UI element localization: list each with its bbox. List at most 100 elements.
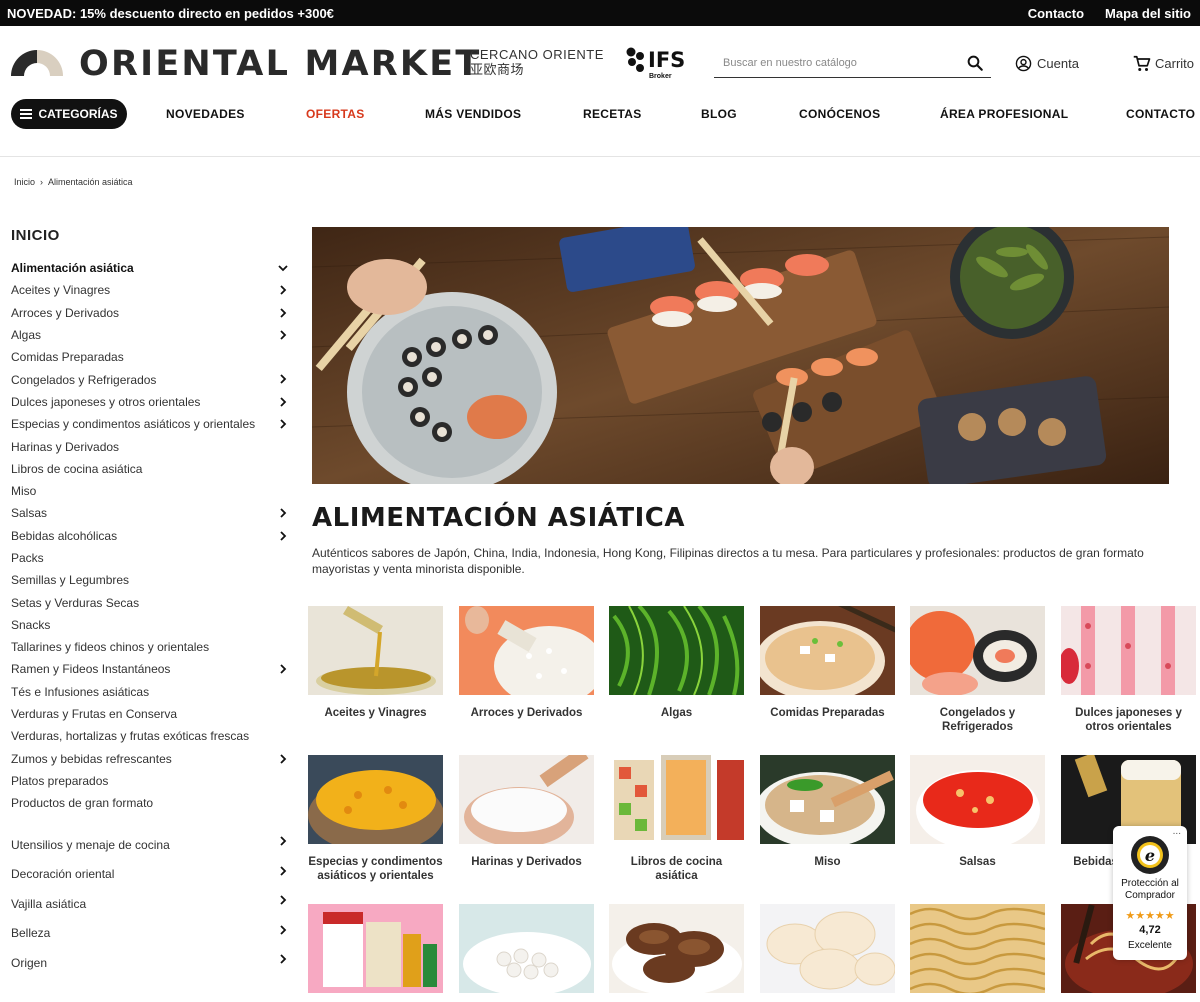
logo-mark-icon[interactable]: [11, 50, 63, 78]
chevron-right-icon[interactable]: [278, 664, 288, 674]
category-image[interactable]: [609, 755, 744, 844]
category-image[interactable]: [459, 606, 594, 695]
categories-button[interactable]: CATEGORÍAS: [11, 99, 127, 129]
badge-menu-icon[interactable]: ...: [1173, 826, 1181, 837]
sidebar-item[interactable]: Harinas y Derivados: [11, 435, 291, 457]
category-card[interactable]: Algas: [609, 606, 744, 720]
category-card[interactable]: Congelados y Refrigerados: [910, 606, 1045, 734]
sidebar-item[interactable]: Algas: [11, 324, 291, 346]
category-image[interactable]: [910, 904, 1045, 993]
category-image[interactable]: [609, 904, 744, 993]
category-card[interactable]: [459, 904, 594, 993]
nav-recetas[interactable]: RECETAS: [583, 107, 642, 121]
sidebar-item[interactable]: Utensilios y menaje de cocina: [11, 830, 291, 860]
sidebar-item[interactable]: Tallarines y fideos chinos y orientales: [11, 636, 291, 658]
sidebar-item[interactable]: Ramen y Fideos Instantáneos: [11, 658, 291, 680]
category-label[interactable]: Harinas y Derivados: [459, 855, 594, 869]
chevron-right-icon[interactable]: [278, 924, 288, 935]
nav-contacto[interactable]: CONTACTO: [1126, 107, 1195, 121]
sidebar-item[interactable]: Comidas Preparadas: [11, 346, 291, 368]
sidebar-item[interactable]: Snacks: [11, 614, 291, 636]
chevron-right-icon[interactable]: [278, 285, 288, 295]
category-card[interactable]: Dulces japoneses y otros orientales: [1061, 606, 1196, 734]
category-card[interactable]: Especias y condimentos asiáticos y orien…: [308, 755, 443, 883]
category-card[interactable]: Salsas: [910, 755, 1045, 869]
sidebar-item[interactable]: Verduras y Frutas en Conserva: [11, 703, 291, 725]
sidebar-item[interactable]: Belleza: [11, 919, 291, 949]
category-card[interactable]: Libros de cocina asiática: [609, 755, 744, 883]
chevron-right-icon[interactable]: [278, 330, 288, 340]
contact-link[interactable]: Contacto: [1028, 6, 1084, 21]
sidebar-item[interactable]: Verduras, hortalizas y frutas exóticas f…: [11, 725, 291, 747]
category-label[interactable]: Salsas: [910, 855, 1045, 869]
sidebar-item[interactable]: Congelados y Refrigerados: [11, 368, 291, 390]
category-image[interactable]: [760, 904, 895, 993]
sidebar-item[interactable]: Alimentación asiática: [11, 257, 291, 279]
chevron-right-icon[interactable]: [278, 508, 288, 518]
category-image[interactable]: [910, 606, 1045, 695]
category-card[interactable]: Comidas Preparadas: [760, 606, 895, 720]
sidebar-title[interactable]: INICIO: [11, 227, 60, 244]
category-card[interactable]: Harinas y Derivados: [459, 755, 594, 869]
sidebar-item[interactable]: Aceites y Vinagres: [11, 279, 291, 301]
sitemap-link[interactable]: Mapa del sitio: [1105, 6, 1191, 21]
nav-novedades[interactable]: NOVEDADES: [166, 107, 245, 121]
sidebar-item[interactable]: Arroces y Derivados: [11, 302, 291, 324]
chevron-right-icon[interactable]: [278, 836, 288, 846]
category-card[interactable]: Arroces y Derivados: [459, 606, 594, 720]
chevron-right-icon[interactable]: [278, 307, 288, 318]
chevron-right-icon[interactable]: [278, 397, 288, 407]
sidebar-item[interactable]: Bebidas alcohólicas: [11, 525, 291, 547]
sidebar-item[interactable]: Zumos y bebidas refrescantes: [11, 748, 291, 770]
category-image[interactable]: [308, 606, 443, 695]
chevron-right-icon[interactable]: [278, 419, 288, 429]
chevron-down-icon[interactable]: [278, 263, 288, 273]
breadcrumb-home[interactable]: Inicio: [14, 177, 35, 187]
search-icon[interactable]: [966, 54, 984, 72]
category-image[interactable]: [308, 904, 443, 993]
category-card[interactable]: [308, 904, 443, 993]
category-label[interactable]: Comidas Preparadas: [760, 706, 895, 720]
sidebar-item[interactable]: Semillas y Legumbres: [11, 569, 291, 591]
category-label[interactable]: Miso: [760, 855, 895, 869]
chevron-right-icon[interactable]: [278, 865, 288, 876]
sidebar-item[interactable]: Salsas: [11, 502, 291, 524]
nav-mas-vendidos[interactable]: MÁS VENDIDOS: [425, 107, 521, 121]
nav-conocenos[interactable]: CONÓCENOS: [799, 107, 880, 121]
nav-ofertas[interactable]: OFERTAS: [306, 107, 365, 121]
sidebar-item[interactable]: Dulces japoneses y otros orientales: [11, 391, 291, 413]
category-card[interactable]: [910, 904, 1045, 993]
site-logo[interactable]: ORIENTAL MARKET: [79, 44, 481, 84]
account-link[interactable]: Cuenta: [1015, 55, 1079, 72]
category-label[interactable]: Congelados y Refrigerados: [910, 706, 1045, 734]
sidebar-item[interactable]: Tés e Infusiones asiáticas: [11, 681, 291, 703]
category-image[interactable]: [459, 904, 594, 993]
sidebar-item[interactable]: Origen: [11, 948, 291, 978]
sidebar-item[interactable]: Especias y condimentos asiáticos y orien…: [11, 413, 291, 435]
trusted-shops-badge[interactable]: ... e Protección al Comprador ★★★★★ 4,72…: [1113, 826, 1187, 960]
category-label[interactable]: Libros de cocina asiática: [609, 855, 744, 883]
chevron-right-icon[interactable]: [278, 374, 288, 385]
sidebar-item[interactable]: Setas y Verduras Secas: [11, 591, 291, 613]
category-image[interactable]: [1061, 606, 1196, 695]
category-label[interactable]: Arroces y Derivados: [459, 706, 594, 720]
category-card[interactable]: [760, 904, 895, 993]
chevron-right-icon[interactable]: [278, 753, 288, 764]
cart-link[interactable]: Carrito: [1133, 55, 1194, 72]
search-input[interactable]: [714, 50, 954, 76]
category-card[interactable]: [609, 904, 744, 993]
sidebar-item[interactable]: Productos de gran formato: [11, 792, 291, 814]
category-image[interactable]: [910, 755, 1045, 844]
category-image[interactable]: [760, 606, 895, 695]
category-image[interactable]: [459, 755, 594, 844]
category-image[interactable]: [308, 755, 443, 844]
sidebar-item[interactable]: Miso: [11, 480, 291, 502]
sidebar-item[interactable]: Vajilla asiática: [11, 889, 291, 919]
category-label[interactable]: Especias y condimentos asiáticos y orien…: [308, 855, 443, 883]
sidebar-item[interactable]: Packs: [11, 547, 291, 569]
chevron-right-icon[interactable]: [278, 895, 288, 905]
sidebar-item[interactable]: Decoración oriental: [11, 860, 291, 890]
category-card[interactable]: Aceites y Vinagres: [308, 606, 443, 720]
sidebar-item[interactable]: Platos preparados: [11, 770, 291, 792]
category-label[interactable]: Algas: [609, 706, 744, 720]
